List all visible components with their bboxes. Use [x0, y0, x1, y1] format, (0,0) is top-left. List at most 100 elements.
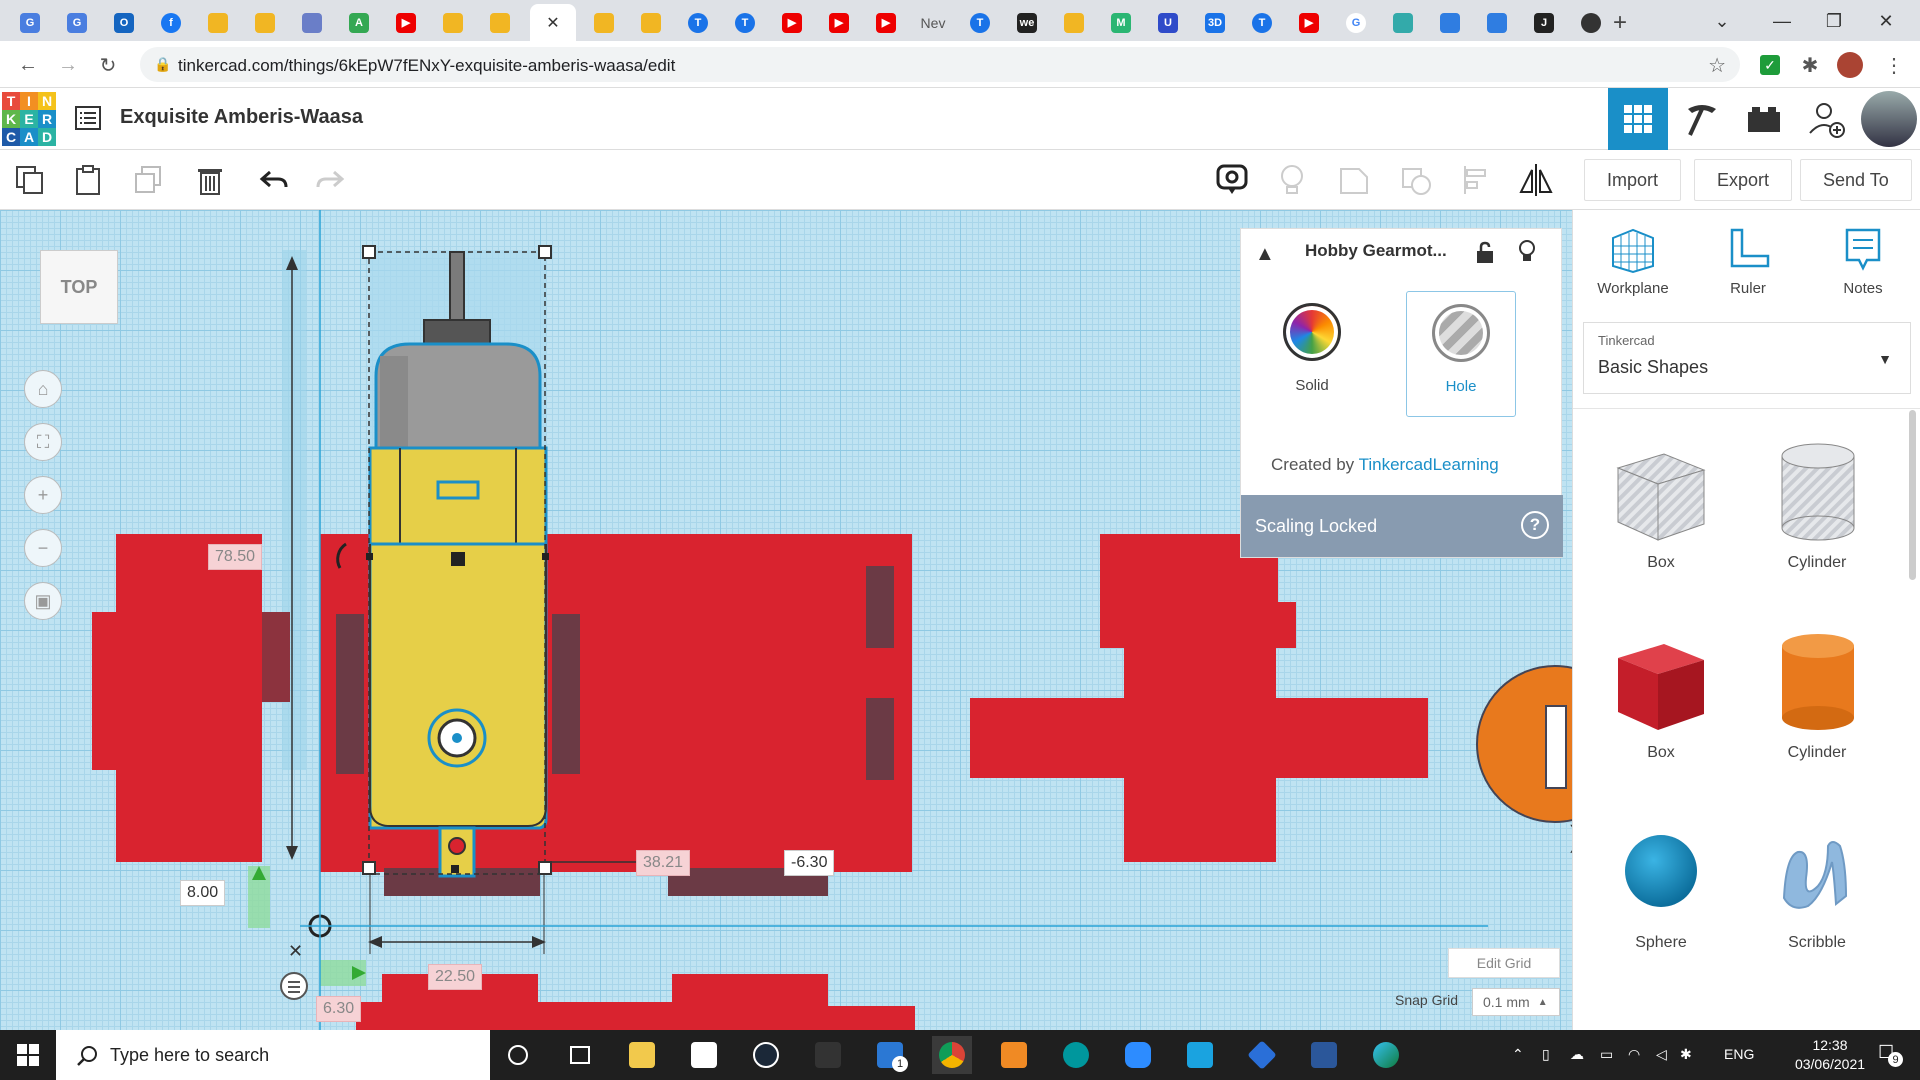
- panel-scrollbar[interactable]: [1909, 410, 1916, 580]
- omnibox[interactable]: 🔒 tinkercad.com/things/6kEpW7fENxY-exqui…: [140, 47, 1740, 82]
- tab-close-icon[interactable]: ✕: [546, 13, 559, 33]
- steam-icon[interactable]: [746, 1036, 786, 1074]
- lock-icon[interactable]: [1475, 241, 1495, 265]
- home-view-icon[interactable]: ⌂: [24, 370, 62, 408]
- resize-handle[interactable]: [538, 245, 552, 259]
- collapse-inspector-icon[interactable]: ▲: [1255, 243, 1275, 266]
- width-dimension-label[interactable]: 22.50: [428, 964, 483, 990]
- close-window-icon[interactable]: ✕: [1866, 8, 1906, 34]
- zoom-in-icon[interactable]: +: [24, 476, 62, 514]
- file-explorer-icon[interactable]: [622, 1036, 662, 1074]
- c-app-icon[interactable]: [1180, 1036, 1220, 1074]
- tab[interactable]: we: [1005, 4, 1049, 41]
- show-all-button[interactable]: [1274, 162, 1310, 198]
- send-to-button[interactable]: Send To: [1800, 159, 1912, 201]
- length-dimension-label[interactable]: 78.50: [208, 544, 263, 570]
- shape-box-solid[interactable]: Box: [1591, 626, 1731, 762]
- y-position-label[interactable]: -6.30: [784, 850, 835, 876]
- help-icon[interactable]: ?: [1521, 511, 1549, 539]
- shape-sphere[interactable]: Sphere: [1591, 816, 1731, 952]
- 3d-view-grid-button[interactable]: [1608, 88, 1668, 150]
- battery-icon[interactable]: ▭: [1600, 1046, 1613, 1063]
- tab[interactable]: ▶: [817, 4, 861, 41]
- notes-toggle-button[interactable]: [1214, 162, 1250, 198]
- zoom-out-icon[interactable]: −: [24, 529, 62, 567]
- author-link[interactable]: TinkercadLearning: [1359, 455, 1499, 474]
- tab[interactable]: [431, 4, 475, 41]
- redo-button[interactable]: [312, 162, 348, 198]
- tab[interactable]: ▶: [770, 4, 814, 41]
- group-button[interactable]: [1336, 162, 1372, 198]
- design-list-icon[interactable]: [74, 104, 102, 132]
- shape-scribble[interactable]: Scribble: [1747, 816, 1887, 952]
- arduino-icon[interactable]: [1056, 1036, 1096, 1074]
- browser-menu-icon[interactable]: ⋮: [1880, 51, 1908, 79]
- tab[interactable]: Nev: [911, 4, 955, 41]
- tab[interactable]: ▶: [384, 4, 428, 41]
- tinkercad-logo[interactable]: T I N K E R C A D: [2, 92, 56, 146]
- profile-avatar[interactable]: [1836, 51, 1864, 79]
- inspector-title[interactable]: Hobby Gearmot...: [1305, 241, 1447, 261]
- ortho-view-icon[interactable]: ▣: [24, 582, 62, 620]
- align-button[interactable]: [1458, 162, 1494, 198]
- new-tab-button[interactable]: +: [1600, 4, 1640, 41]
- resize-handle[interactable]: [542, 553, 549, 560]
- mirror-button[interactable]: [1518, 162, 1554, 198]
- tab[interactable]: f: [149, 4, 193, 41]
- tab[interactable]: [196, 4, 240, 41]
- paste-button[interactable]: [70, 162, 106, 198]
- tab[interactable]: [1428, 4, 1472, 41]
- store-icon[interactable]: [684, 1036, 724, 1074]
- solid-option[interactable]: Solid: [1257, 291, 1367, 417]
- shape-cylinder-solid[interactable]: Cylinder: [1747, 626, 1887, 762]
- url-text[interactable]: tinkercad.com/things/6kEpW7fENxY-exquisi…: [178, 56, 675, 76]
- tab[interactable]: T: [723, 4, 767, 41]
- tab[interactable]: G: [1334, 4, 1378, 41]
- edit-grid-button[interactable]: Edit Grid: [1448, 948, 1560, 978]
- onedrive-icon[interactable]: ☁: [1570, 1046, 1584, 1063]
- resize-handle[interactable]: [362, 861, 376, 875]
- zoom-icon[interactable]: [1118, 1036, 1158, 1074]
- tab[interactable]: 3D: [1193, 4, 1237, 41]
- wifi-icon[interactable]: ◠: [1628, 1046, 1640, 1063]
- system-clock[interactable]: 12:38 03/06/2021: [1790, 1036, 1870, 1074]
- tab[interactable]: [629, 4, 673, 41]
- resize-handle[interactable]: [538, 861, 552, 875]
- tab[interactable]: G: [55, 4, 99, 41]
- red-part-left[interactable]: [92, 534, 290, 862]
- tab[interactable]: [290, 4, 334, 41]
- taskbar-search[interactable]: Type here to search: [56, 1030, 490, 1080]
- ruler-tool[interactable]: Ruler: [1698, 226, 1798, 297]
- workplane-tool[interactable]: Workplane: [1583, 226, 1683, 297]
- close-dimension-icon[interactable]: ✕: [288, 941, 303, 961]
- cortana-icon[interactable]: [498, 1036, 538, 1074]
- shape-box-hole[interactable]: Box: [1591, 436, 1731, 572]
- duplicate-button[interactable]: [130, 162, 166, 198]
- tab-active[interactable]: ✕: [530, 4, 576, 41]
- extensions-puzzle-icon[interactable]: ✱: [1796, 51, 1824, 79]
- word-icon[interactable]: [1304, 1036, 1344, 1074]
- motor-shaft[interactable]: [449, 251, 465, 323]
- tab[interactable]: [478, 4, 522, 41]
- tab[interactable]: J: [1522, 4, 1566, 41]
- tab[interactable]: U: [1146, 4, 1190, 41]
- resize-handle[interactable]: [366, 553, 373, 560]
- export-button[interactable]: Export: [1694, 159, 1793, 201]
- bricks-button[interactable]: [1734, 88, 1794, 150]
- hole-option[interactable]: Hole: [1406, 291, 1516, 417]
- elevation-label[interactable]: 8.00: [180, 880, 226, 906]
- shape-library-select[interactable]: Tinkercad Basic Shapes ▼: [1583, 322, 1911, 394]
- visibility-bulb-icon[interactable]: [1517, 239, 1537, 265]
- predator-icon[interactable]: [808, 1036, 848, 1074]
- fit-view-icon[interactable]: ⛶: [24, 423, 62, 461]
- notes-tool[interactable]: Notes: [1813, 226, 1913, 297]
- tab[interactable]: [582, 4, 626, 41]
- back-icon[interactable]: ←: [14, 51, 42, 79]
- tab[interactable]: A: [337, 4, 381, 41]
- tray-device-icon[interactable]: ▯: [1542, 1046, 1550, 1063]
- import-button[interactable]: Import: [1584, 159, 1682, 201]
- shape-cylinder-hole[interactable]: Cylinder: [1747, 436, 1887, 572]
- notification-center-icon[interactable]: ☐ 9: [1878, 1042, 1903, 1067]
- language-indicator[interactable]: ENG: [1724, 1046, 1754, 1062]
- security-icon[interactable]: ✱: [1680, 1046, 1692, 1063]
